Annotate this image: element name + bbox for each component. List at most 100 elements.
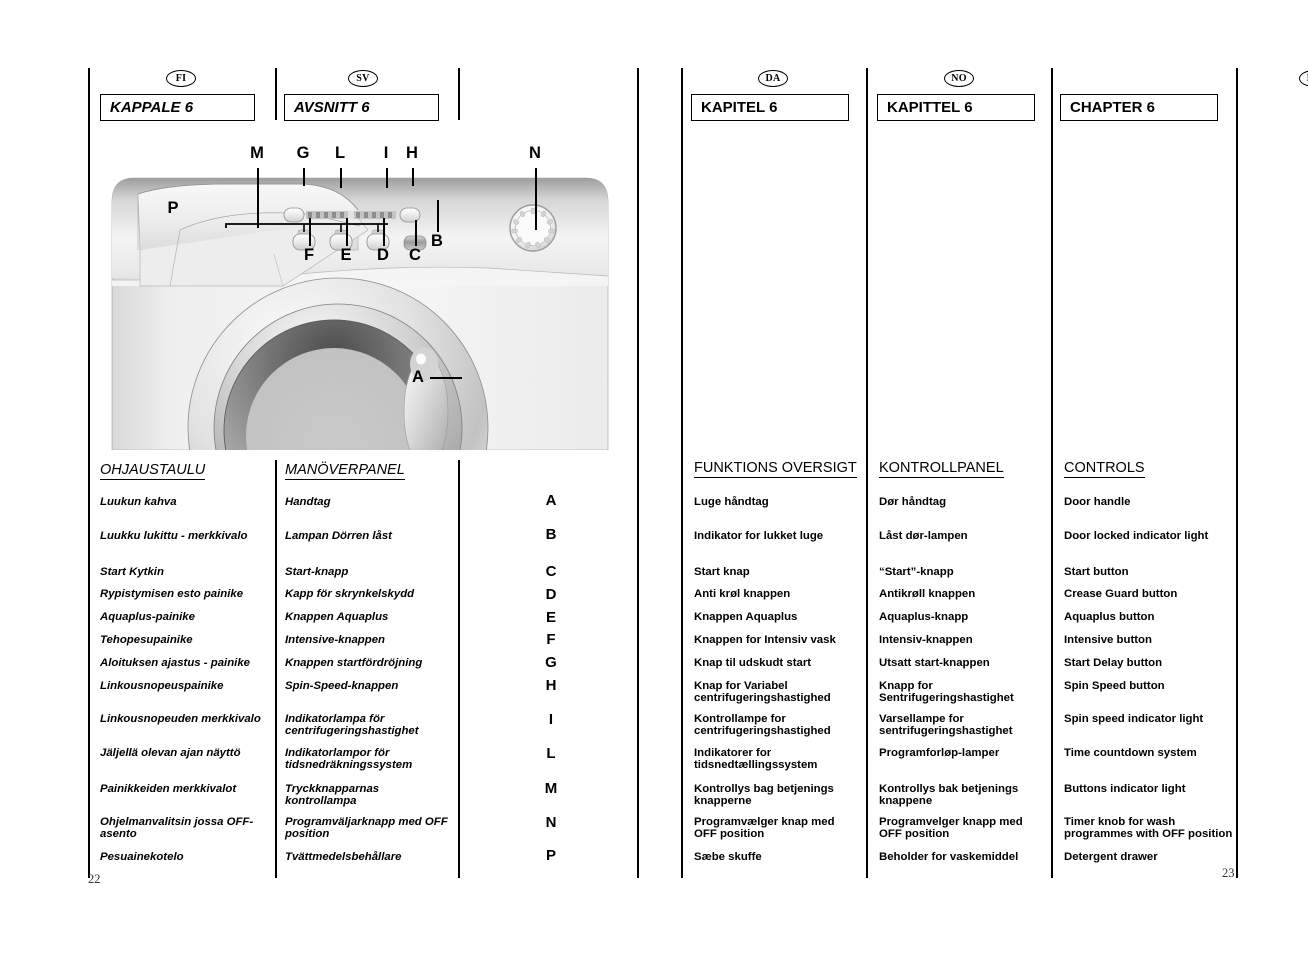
list-item: Knapp for Sentrifugeringshastighet (879, 680, 1014, 705)
list-item: Varsellampe for sentrifugeringshastighet (879, 713, 1013, 738)
chapter-box-fi: KAPPALE 6 (100, 94, 255, 121)
list-item: Jäljellä olevan ajan näyttö (100, 747, 241, 759)
callout-label-c: C (409, 246, 421, 264)
callout-label-l: L (334, 144, 346, 162)
list-item: Tryckknapparnas kontrollampa (285, 783, 380, 808)
list-item: Programväljarknapp med OFF position (285, 816, 448, 841)
list-item: Aquaplus-knapp (879, 611, 969, 623)
leader-a (430, 377, 462, 379)
list-item: Låst dør-lampen (879, 530, 968, 542)
list-item: Painikkeiden merkkivalot (100, 783, 237, 795)
callout-label-p: P (167, 199, 179, 217)
list-item: Spin Speed button (1064, 680, 1165, 692)
leader-m (257, 168, 259, 228)
reference-letter: L (546, 745, 556, 762)
chapter-box-no: KAPITTEL 6 (877, 94, 1035, 121)
page-number-left: 22 (88, 872, 101, 886)
reference-letter: M (544, 780, 558, 797)
list-item: Start Delay button (1064, 657, 1163, 669)
reference-letter: B (545, 526, 557, 543)
leader-l (340, 168, 342, 188)
lang-badge-no: NO (944, 70, 974, 87)
list-item: Aquaplus button (1064, 611, 1155, 623)
list-item: Door locked indicator light (1064, 530, 1209, 542)
list-item: Rypistymisen esto painike (100, 588, 244, 600)
list-item: Programvelger knapp med OFF position (879, 816, 1023, 841)
section-heading-fi: OHJAUSTAULU (100, 462, 206, 480)
callout-label-e: E (340, 246, 352, 264)
page-number-right: 23 (1222, 866, 1235, 880)
leader-g (303, 168, 305, 186)
list-item: Intensive button (1064, 634, 1152, 646)
section-heading-no: KONTROLLPANEL (879, 460, 1004, 478)
list-item: Time countdown system (1064, 747, 1197, 759)
callout-label-i: I (383, 144, 389, 162)
list-item: Handtag (285, 496, 331, 508)
list-item: Beholder for vaskemiddel (879, 851, 1019, 863)
list-item: Indikator for lukket luge (694, 530, 824, 542)
list-item: Knappen startfördröjning (285, 657, 423, 669)
list-item: Start button (1064, 566, 1129, 578)
leader-h (412, 168, 414, 186)
list-item: Dør håndtag (879, 496, 947, 508)
list-item: Crease Guard button (1064, 588, 1178, 600)
list-item: Knap til udskudt start (694, 657, 812, 669)
reference-letter: N (545, 814, 557, 831)
list-item: Kontrollys bag betjenings knapperne (694, 783, 834, 808)
leader-c (415, 220, 417, 246)
callout-label-g: G (296, 144, 310, 162)
callout-label-f: F (303, 246, 315, 264)
reference-letter: G (545, 654, 557, 671)
list-item: Intensive-knappen (285, 634, 386, 646)
list-item: Start knap (694, 566, 750, 578)
leader-n (535, 168, 537, 230)
rule-sv-letters-top (458, 68, 460, 120)
list-item: Spin speed indicator light (1064, 713, 1204, 725)
list-item: Detergent drawer (1064, 851, 1158, 863)
list-item: Knappen for Intensiv vask (694, 634, 836, 646)
list-item: Programforløp-lamper (879, 747, 1000, 759)
chapter-box-da: KAPITEL 6 (691, 94, 849, 121)
section-heading-da: FUNKTIONS OVERSIGT (694, 460, 857, 478)
list-item: Luge håndtag (694, 496, 769, 508)
callout-label-m: M (250, 144, 264, 162)
rule-left-outer (88, 68, 90, 878)
reference-letter: D (545, 586, 557, 603)
list-item: Start Kytkin (100, 566, 164, 578)
lang-badge-sv: SV (348, 70, 378, 87)
list-item: Linkousnopeuspainike (100, 680, 224, 692)
reference-letter: H (545, 677, 557, 694)
list-item: Kapp för skrynkelskydd (285, 588, 415, 600)
list-item: Indikatorlampa för centrifugeringshastig… (285, 713, 419, 738)
rule-letters-right (637, 68, 639, 878)
chapter-box-sv: AVSNITT 6 (284, 94, 439, 121)
section-heading-en: CONTROLS (1064, 460, 1145, 478)
list-item: “Start”-knapp (879, 566, 954, 578)
callout-label-b: B (431, 232, 443, 250)
rule-da-left (681, 68, 683, 878)
list-item: Luukun kahva (100, 496, 177, 508)
list-item: Pesuainekotelo (100, 851, 184, 863)
list-item: Intensiv-knappen (879, 634, 973, 646)
reference-letter: C (545, 563, 557, 580)
reference-letter: A (545, 492, 557, 509)
list-item: Knappen Aquaplus (285, 611, 389, 623)
reference-letter: F (546, 631, 556, 648)
list-item: Indikatorer for tidsnedtællingssystem (694, 747, 818, 772)
section-heading-sv: MANÖVERPANEL (285, 462, 405, 480)
reference-letter: E (545, 609, 556, 626)
chapter-box-en: CHAPTER 6 (1060, 94, 1218, 121)
list-item: Spin-Speed-knappen (285, 680, 399, 692)
reference-letter: I (548, 711, 554, 728)
leader-b (437, 200, 439, 232)
leader-e (346, 218, 348, 246)
lang-badge-fi: FI (166, 70, 196, 87)
list-item: Start-knapp (285, 566, 349, 578)
list-item: Kontrollys bak betjenings knappene (879, 783, 1019, 808)
list-item: Tvättmedelsbehållare (285, 851, 402, 863)
list-item: Ohjelmanvalitsin jossa OFF- asento (100, 816, 254, 841)
rule-fi-sv (275, 68, 277, 120)
list-item: Programvælger knap med OFF position (694, 816, 835, 841)
list-item: Lampan Dörren låst (285, 530, 392, 542)
list-item: Utsatt start-knappen (879, 657, 990, 669)
